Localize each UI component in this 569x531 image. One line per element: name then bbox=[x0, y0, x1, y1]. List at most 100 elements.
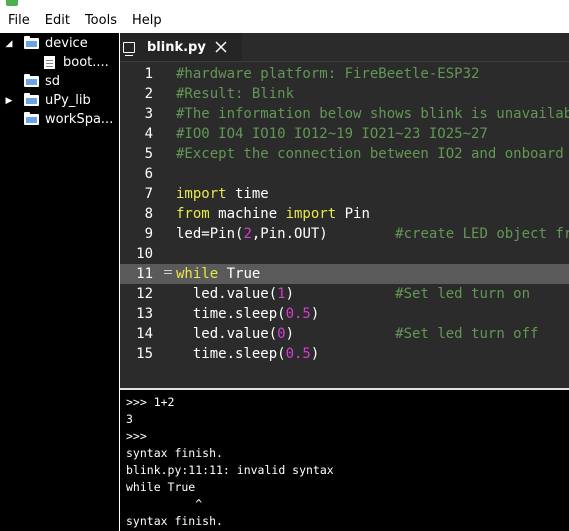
line-number: 12 bbox=[136, 286, 153, 302]
line-number: 11 bbox=[136, 266, 153, 282]
tree-item-sd[interactable]: sd bbox=[4, 72, 60, 91]
code-line[interactable]: 14 led.value(0) #Set led turn off bbox=[120, 324, 569, 344]
code-token-plain: ) bbox=[285, 326, 396, 342]
code-token-keyword: import bbox=[176, 186, 227, 202]
tab-bar: blink.py bbox=[120, 33, 569, 62]
menu-bar: File Edit Tools Help bbox=[0, 8, 569, 32]
line-number: 5 bbox=[144, 146, 153, 162]
close-icon[interactable] bbox=[214, 40, 228, 54]
folder-icon bbox=[24, 93, 39, 106]
code-token-number: 2 bbox=[243, 226, 252, 242]
code-token-number: 0.5 bbox=[285, 346, 311, 362]
code-token-comment: #create LED object from pin2 bbox=[395, 226, 569, 242]
code-line[interactable]: 10 bbox=[120, 244, 569, 264]
code-token-plain: Pin bbox=[336, 206, 370, 222]
line-number: 13 bbox=[136, 306, 153, 322]
code-text: from machine import Pin bbox=[176, 204, 370, 224]
code-line[interactable]: 7 import time bbox=[120, 184, 569, 204]
folder-icon bbox=[24, 74, 39, 87]
code-line[interactable]: 12 led.value(1) #Set led turn on bbox=[120, 284, 569, 304]
code-token-comment: #The information below shows blink is un… bbox=[176, 106, 569, 122]
file-icon bbox=[123, 41, 135, 56]
code-token-comment: #Set led turn off bbox=[395, 326, 539, 342]
folder-icon bbox=[24, 112, 39, 125]
code-token-plain: ) bbox=[285, 286, 396, 302]
tab-label: blink.py bbox=[147, 39, 206, 55]
code-text: time.sleep(0.5) bbox=[176, 344, 319, 364]
fold-icon[interactable] bbox=[164, 270, 172, 274]
code-line[interactable]: 15 time.sleep(0.5) bbox=[120, 344, 569, 364]
code-token-plain: time.sleep( bbox=[176, 346, 286, 362]
menu-file[interactable]: File bbox=[0, 13, 37, 28]
code-token-plain: led=Pin( bbox=[176, 226, 244, 242]
menu-help[interactable]: Help bbox=[124, 13, 169, 28]
console-line: >>> 1+2 bbox=[126, 395, 175, 409]
file-tree: ◢ device boot.... sd ▶ uPy_lib workSpa..… bbox=[0, 33, 119, 531]
file-icon bbox=[44, 56, 55, 69]
console-line: while True bbox=[126, 480, 196, 494]
menu-tools[interactable]: Tools bbox=[77, 13, 124, 28]
code-token-plain: ) bbox=[310, 306, 320, 322]
line-number: 2 bbox=[144, 86, 153, 102]
code-text: #Result: Blink bbox=[176, 84, 294, 104]
console-line: syntax finish. bbox=[126, 446, 223, 460]
app-icon bbox=[6, 0, 18, 6]
console-line: 3 bbox=[126, 412, 133, 426]
tree-item-workspace[interactable]: workSpa... bbox=[4, 110, 113, 129]
code-text: while True bbox=[176, 264, 260, 284]
code-token-plain: ) bbox=[310, 346, 320, 362]
code-text: #IO0 IO4 IO10 IO12~19 IO21~23 IO25~27 bbox=[176, 124, 488, 144]
console-terminal[interactable]: >>> 1+2 3 >>> syntax finish. blink.py:11:11:… bbox=[120, 390, 569, 531]
title-bar bbox=[0, 0, 569, 8]
code-line[interactable]: 3 #The information below shows blink is u… bbox=[120, 104, 569, 124]
code-line[interactable]: 6 bbox=[120, 164, 569, 184]
code-token-comment: #hardware platform: FireBeetle-ESP32 bbox=[176, 66, 480, 82]
chevron-right-icon[interactable]: ▶ bbox=[4, 96, 14, 106]
code-line[interactable]: 1 #hardware platform: FireBeetle-ESP32 bbox=[120, 64, 569, 84]
code-text: led.value(1) #Set led turn on bbox=[176, 284, 530, 304]
console-line: ^ bbox=[126, 497, 203, 511]
line-number: 1 bbox=[144, 66, 153, 82]
tree-item-label: sd bbox=[45, 74, 61, 89]
code-token-plain: led.value( bbox=[176, 326, 278, 342]
code-token-comment: #Result: Blink bbox=[176, 86, 295, 102]
tree-item-boot[interactable]: boot.... bbox=[44, 53, 109, 72]
code-token-keyword: from bbox=[176, 206, 210, 222]
console-line: >>> bbox=[126, 429, 147, 443]
tree-item-label: uPy_lib bbox=[45, 93, 91, 108]
code-text: time.sleep(0.5) bbox=[176, 304, 319, 324]
tree-item-label: workSpa... bbox=[45, 112, 114, 127]
chevron-down-icon[interactable]: ◢ bbox=[4, 39, 14, 49]
tree-item-upy-lib[interactable]: ▶ uPy_lib bbox=[4, 91, 91, 110]
tree-item-device[interactable]: ◢ device bbox=[4, 34, 88, 53]
code-token-plain: time bbox=[226, 186, 269, 202]
code-line[interactable]: 9 led=Pin(2,Pin.OUT) #create LED object f… bbox=[120, 224, 569, 244]
line-number: 9 bbox=[144, 226, 153, 242]
line-number: 15 bbox=[136, 346, 153, 362]
tab-blink-py[interactable]: blink.py bbox=[120, 33, 242, 61]
console-line: blink.py:11:11: invalid syntax bbox=[126, 463, 334, 477]
tree-item-label: boot.... bbox=[63, 55, 109, 70]
console-line: syntax finish. bbox=[126, 514, 223, 528]
code-line[interactable]: 11 while True bbox=[120, 264, 569, 284]
code-token-plain: time.sleep( bbox=[176, 306, 286, 322]
code-line[interactable]: 2 #Result: Blink bbox=[120, 84, 569, 104]
code-line[interactable]: 8 from machine import Pin bbox=[120, 204, 569, 224]
code-line[interactable]: 4 #IO0 IO4 IO10 IO12~19 IO21~23 IO25~27 bbox=[120, 124, 569, 144]
code-token-comment: #IO0 IO4 IO10 IO12~19 IO21~23 IO25~27 bbox=[176, 126, 488, 142]
code-token-comment: #Except the connection between IO2 and o… bbox=[176, 146, 569, 162]
code-text: #hardware platform: FireBeetle-ESP32 bbox=[176, 64, 479, 84]
code-line[interactable]: 5 #Except the connection between IO2 and … bbox=[120, 144, 569, 164]
line-number: 14 bbox=[136, 326, 153, 342]
code-editor[interactable]: 1 #hardware platform: FireBeetle-ESP32 2 #R… bbox=[120, 62, 569, 388]
code-line[interactable]: 13 time.sleep(0.5) bbox=[120, 304, 569, 324]
code-token-plain: True bbox=[218, 266, 261, 282]
code-token-comment: #Set led turn on bbox=[395, 286, 531, 302]
folder-icon bbox=[24, 36, 39, 49]
menu-edit[interactable]: Edit bbox=[37, 13, 77, 28]
code-token-number: 1 bbox=[277, 286, 286, 302]
code-token-number: 0 bbox=[277, 326, 286, 342]
line-number: 7 bbox=[144, 186, 153, 202]
tree-item-label: device bbox=[45, 36, 88, 51]
line-number: 10 bbox=[136, 246, 153, 262]
